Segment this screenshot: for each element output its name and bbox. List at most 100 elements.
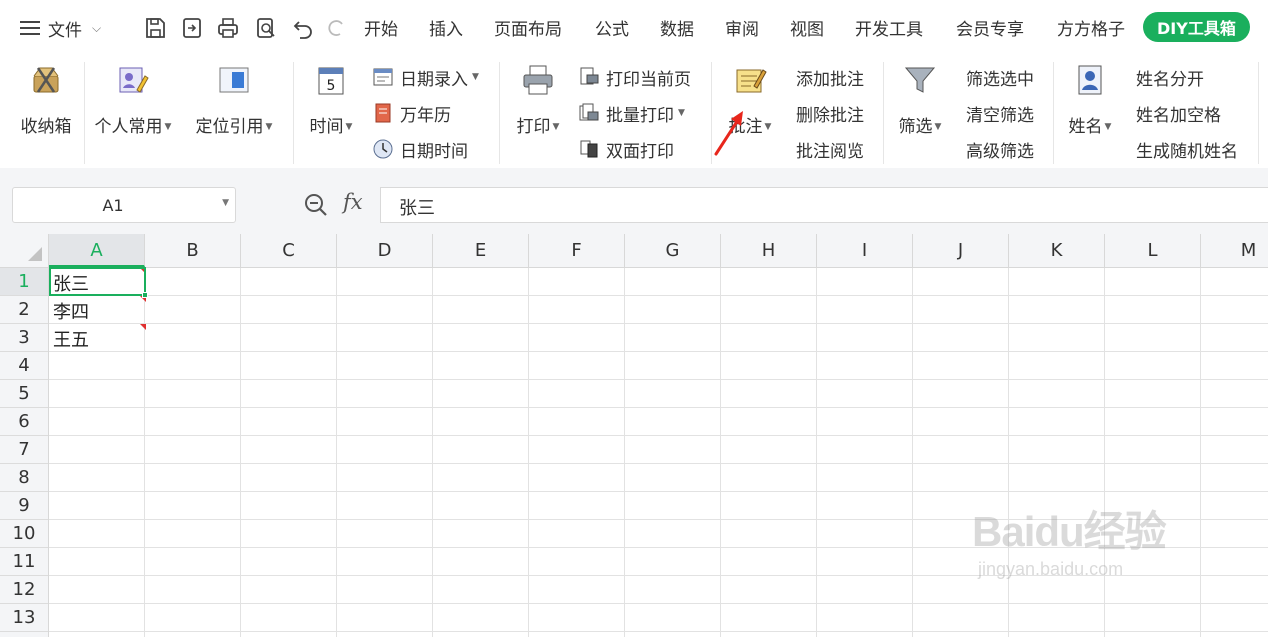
date-entry-button[interactable]: 日期录入 ▼ bbox=[372, 65, 479, 90]
review-comment-button[interactable]: 批注阅览 bbox=[796, 137, 864, 162]
column-header-k[interactable]: K bbox=[1009, 234, 1105, 267]
tab-insert[interactable]: 插入 bbox=[429, 15, 463, 40]
ribbon: 收纳箱 个人常用 ▼ 定位引用 ▼ 5 时间 ▼ 日期录入 ▼ 万年历 日期时间 打印 ▼… bbox=[0, 56, 1268, 168]
active-cell-selection[interactable] bbox=[49, 267, 148, 298]
clear-filter-button[interactable]: 清空筛选 bbox=[966, 101, 1034, 126]
gridline-vertical bbox=[432, 268, 433, 637]
print-preview-icon[interactable] bbox=[252, 14, 280, 42]
filter-selected-button[interactable]: 筛选选中 bbox=[966, 65, 1034, 90]
row-header-6[interactable]: 6 bbox=[0, 408, 48, 436]
column-header-b[interactable]: B bbox=[145, 234, 241, 267]
book-calendar-icon bbox=[375, 103, 391, 123]
delete-comment-button[interactable]: 删除批注 bbox=[796, 101, 864, 126]
column-header-g[interactable]: G bbox=[625, 234, 721, 267]
row-header-10[interactable]: 10 bbox=[0, 520, 48, 548]
tab-developer[interactable]: 开发工具 bbox=[855, 15, 923, 40]
redo-icon[interactable] bbox=[322, 14, 350, 42]
cell-a3[interactable]: 王五 bbox=[53, 326, 89, 352]
function-icon[interactable]: fx bbox=[343, 190, 363, 214]
dropdown-arrow-icon: ▼ bbox=[345, 122, 353, 132]
export-icon[interactable] bbox=[178, 14, 206, 42]
column-header-e[interactable]: E bbox=[433, 234, 529, 267]
formula-input[interactable]: 张三 bbox=[380, 187, 1268, 223]
random-name-button[interactable]: 生成随机姓名 bbox=[1136, 137, 1238, 162]
row-header-12[interactable]: 12 bbox=[0, 576, 48, 604]
tab-page-layout[interactable]: 页面布局 bbox=[494, 15, 562, 40]
gridline-vertical bbox=[624, 268, 625, 637]
personal-icon bbox=[119, 67, 149, 93]
print-icon[interactable] bbox=[214, 14, 242, 42]
file-label: 文件 bbox=[48, 20, 82, 41]
name-add-space-button[interactable]: 姓名加空格 bbox=[1136, 101, 1221, 126]
cell-a2[interactable]: 李四 bbox=[53, 298, 89, 324]
tab-formulas[interactable]: 公式 bbox=[595, 15, 629, 40]
cell-grid[interactable]: 张三 李四 王五 bbox=[49, 267, 1268, 637]
tab-diy-toolbox[interactable]: DIY工具箱 bbox=[1143, 12, 1250, 42]
tab-view[interactable]: 视图 bbox=[790, 15, 824, 40]
gridline-horizontal bbox=[49, 323, 1268, 324]
fill-handle[interactable] bbox=[142, 292, 148, 298]
zoom-icon[interactable] bbox=[303, 192, 329, 218]
batch-print-icon bbox=[579, 103, 599, 121]
undo-icon[interactable] bbox=[289, 14, 317, 42]
column-header-d[interactable]: D bbox=[337, 234, 433, 267]
gridline-horizontal bbox=[49, 491, 1268, 492]
watermark: Baidu经验 jingyan.baidu.com bbox=[972, 508, 1167, 579]
print-current-page-button[interactable]: 打印当前页 bbox=[578, 65, 691, 90]
row-header-4[interactable]: 4 bbox=[0, 352, 48, 380]
time-button[interactable]: 5 时间 ▼ bbox=[304, 62, 358, 137]
dropdown-arrow-icon: ▼ bbox=[934, 122, 942, 132]
column-header-j[interactable]: J bbox=[913, 234, 1009, 267]
gridline-vertical bbox=[336, 268, 337, 637]
tab-data[interactable]: 数据 bbox=[660, 15, 694, 40]
tab-home[interactable]: 开始 bbox=[364, 15, 398, 40]
toolbox-button[interactable]: 收纳箱 bbox=[18, 62, 74, 137]
column-header-c[interactable]: C bbox=[241, 234, 337, 267]
perpetual-calendar-button[interactable]: 万年历 bbox=[372, 101, 451, 126]
split-name-button[interactable]: 姓名分开 bbox=[1136, 65, 1204, 90]
column-header-m[interactable]: M bbox=[1201, 234, 1268, 267]
locate-reference-button[interactable]: 定位引用 ▼ bbox=[190, 62, 278, 137]
row-header-5[interactable]: 5 bbox=[0, 380, 48, 408]
gridline-horizontal bbox=[49, 435, 1268, 436]
save-icon[interactable] bbox=[141, 14, 169, 42]
datetime-button[interactable]: 日期时间 bbox=[372, 137, 468, 162]
file-menu[interactable]: 文件 ⌵ bbox=[20, 14, 101, 42]
row-header-11[interactable]: 11 bbox=[0, 548, 48, 576]
column-headers: ABCDEFGHIJKLM bbox=[0, 234, 1268, 268]
gridline-vertical bbox=[240, 268, 241, 637]
comment-indicator[interactable] bbox=[140, 324, 146, 330]
name-box[interactable]: A1 ▼ bbox=[12, 187, 236, 223]
row-header-13[interactable]: 13 bbox=[0, 604, 48, 632]
row-header-9[interactable]: 9 bbox=[0, 492, 48, 520]
toolbox-icon bbox=[33, 67, 59, 93]
dropdown-arrow-icon: ▼ bbox=[678, 108, 685, 118]
advanced-filter-button[interactable]: 高级筛选 bbox=[966, 137, 1034, 162]
gridline-horizontal bbox=[49, 463, 1268, 464]
gridline-horizontal bbox=[49, 603, 1268, 604]
tab-fangfang[interactable]: 方方格子 bbox=[1057, 15, 1125, 40]
select-all-corner[interactable] bbox=[0, 234, 49, 267]
row-header-2[interactable]: 2 bbox=[0, 296, 48, 324]
row-header-3[interactable]: 3 bbox=[0, 324, 48, 352]
column-header-h[interactable]: H bbox=[721, 234, 817, 267]
row-header-1[interactable]: 1 bbox=[0, 268, 48, 296]
duplex-print-button[interactable]: 双面打印 bbox=[578, 137, 674, 162]
batch-print-button[interactable]: 批量打印 ▼ bbox=[578, 101, 685, 126]
add-comment-button[interactable]: 添加批注 bbox=[796, 65, 864, 90]
locate-icon bbox=[219, 67, 249, 93]
name-button[interactable]: 姓名 ▼ bbox=[1062, 62, 1118, 137]
tab-member[interactable]: 会员专享 bbox=[956, 15, 1024, 40]
column-header-i[interactable]: I bbox=[817, 234, 913, 267]
print-button[interactable]: 打印 ▼ bbox=[510, 62, 566, 137]
gridline-vertical bbox=[912, 268, 913, 637]
row-header-7[interactable]: 7 bbox=[0, 436, 48, 464]
row-header-8[interactable]: 8 bbox=[0, 464, 48, 492]
tab-review[interactable]: 审阅 bbox=[725, 15, 759, 40]
column-header-a[interactable]: A bbox=[49, 234, 145, 267]
annotation-arrow-icon bbox=[714, 111, 743, 156]
personal-common-button[interactable]: 个人常用 ▼ bbox=[90, 62, 176, 137]
column-header-f[interactable]: F bbox=[529, 234, 625, 267]
filter-button[interactable]: 筛选 ▼ bbox=[892, 62, 948, 137]
column-header-l[interactable]: L bbox=[1105, 234, 1201, 267]
